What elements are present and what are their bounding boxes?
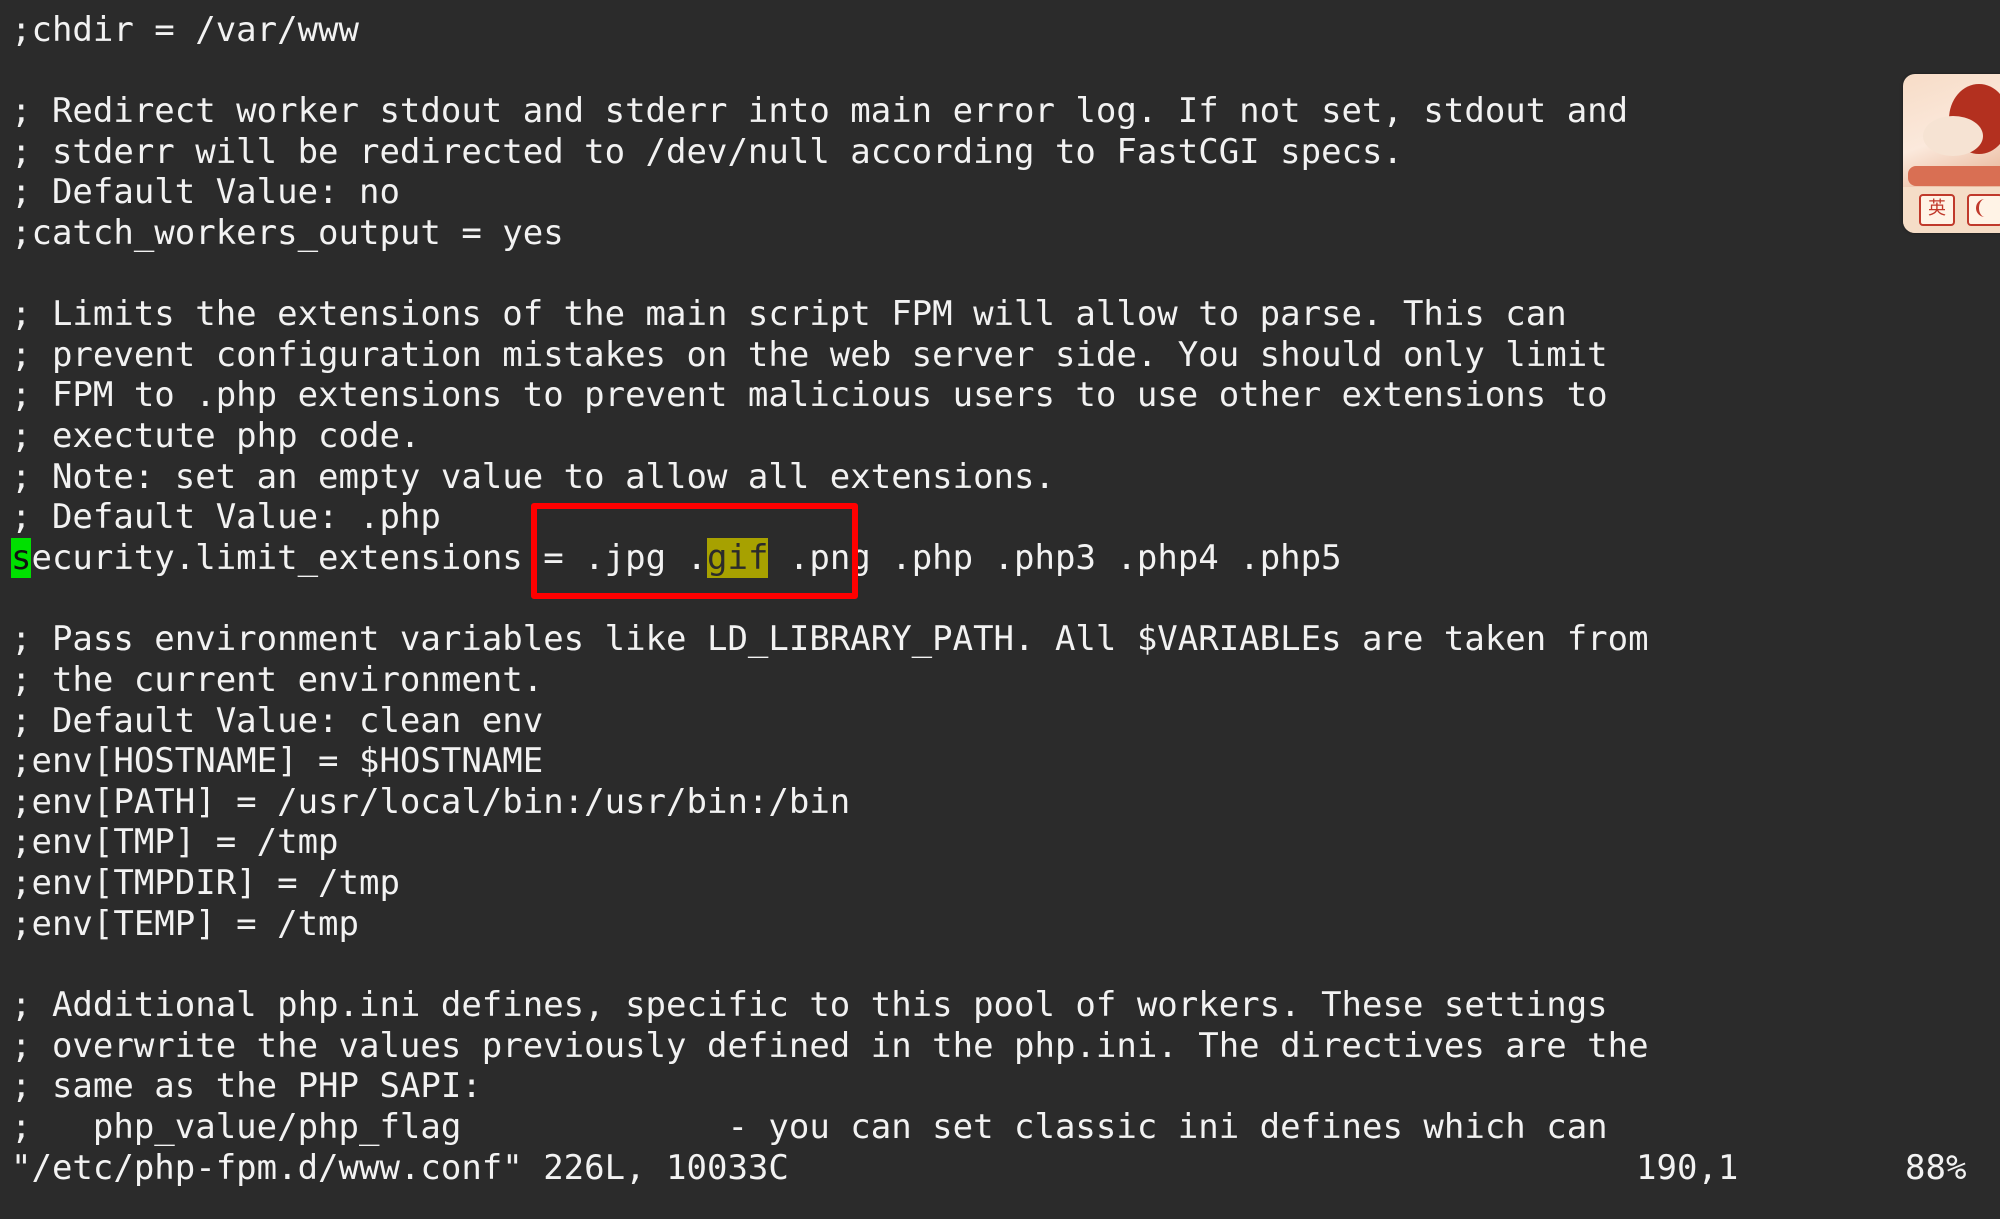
code-line: ; FPM to .php extensions to prevent mali… [11, 375, 1608, 415]
code-line: ; Additional php.ini defines, specific t… [11, 985, 1608, 1025]
status-cursor-position: 190,1 [1636, 1148, 1739, 1188]
status-scroll-percent: 88% [1905, 1148, 1967, 1188]
code-line: ;env[TMP] = /tmp [11, 822, 339, 862]
ime-language-toggle[interactable]: 英 [1919, 194, 1955, 226]
code-line: ;env[PATH] = /usr/local/bin:/usr/bin:/bi… [11, 782, 851, 822]
code-line: ; Note: set an empty value to allow all … [11, 457, 1055, 497]
moon-icon[interactable] [1967, 194, 2000, 226]
vim-editor[interactable]: ;chdir = /var/www ; Redirect worker stdo… [0, 0, 2000, 1219]
code-line: ; stderr will be redirected to /dev/null… [11, 132, 1403, 172]
code-line: ;env[TEMP] = /tmp [11, 904, 359, 944]
code-line: ; exectute php code. [11, 416, 421, 456]
code-line: ; php_value/php_flag - you can set class… [11, 1107, 1608, 1147]
ime-skin-art [1908, 166, 2000, 186]
code-line: ; the current environment. [11, 660, 544, 700]
code-line: ; Default Value: .php [11, 497, 441, 537]
ime-toolbar[interactable]: 英 [1903, 74, 2000, 233]
code-line: ;chdir = /var/www [11, 10, 359, 50]
code-line: ; same as the PHP SAPI: [11, 1066, 482, 1106]
code-line: ; Default Value: clean env [11, 701, 544, 741]
text-cursor: s [11, 538, 32, 578]
code-line: ;env[TMPDIR] = /tmp [11, 863, 400, 903]
status-file-info: "/etc/php-fpm.d/www.conf" 226L, 10033C [11, 1148, 789, 1188]
code-line: ; prevent configuration mistakes on the … [11, 335, 1608, 375]
annotation-box [531, 503, 858, 599]
code-line: ; overwrite the values previously define… [11, 1026, 1649, 1066]
code-line: ;catch_workers_output = yes [11, 213, 564, 253]
code-line: ; Redirect worker stdout and stderr into… [11, 91, 1629, 131]
code-line: ;env[HOSTNAME] = $HOSTNAME [11, 741, 544, 781]
ime-skin-art [1923, 116, 1983, 156]
code-line: ; Limits the extensions of the main scri… [11, 294, 1567, 334]
code-line: ; Default Value: no [11, 172, 400, 212]
code-line: ; Pass environment variables like LD_LIB… [11, 619, 1649, 659]
